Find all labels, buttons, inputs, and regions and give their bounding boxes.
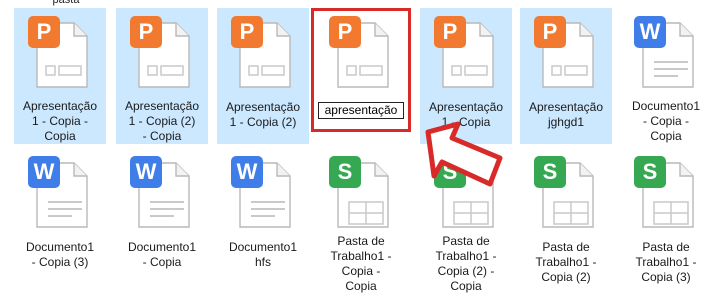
partial-folder-label: pasta bbox=[52, 0, 80, 6]
app-badge-icon: S bbox=[534, 156, 566, 188]
file-name-line: Copia (2) - bbox=[437, 264, 495, 278]
spreadsheet-file-icon: S bbox=[534, 156, 598, 236]
file-item[interactable]: Papresentação bbox=[315, 8, 407, 144]
app-badge-icon: P bbox=[434, 16, 466, 48]
file-item[interactable]: P Apresentação 1 - Copia (2) - Copia bbox=[116, 8, 208, 144]
file-name-line: - Copia - bbox=[642, 114, 689, 128]
file-name-line: Copia bbox=[650, 129, 682, 143]
file-name-label: Documento1- Copia bbox=[116, 240, 208, 270]
file-name-line: Documento1 bbox=[25, 240, 95, 254]
file-name-line: Pasta de bbox=[442, 234, 490, 248]
file-name-label: Apresentação 1 - Copia (2) bbox=[217, 100, 309, 130]
presentation-file-icon: P bbox=[329, 16, 393, 96]
file-name-label: Pasta de Trabalho1 - Copia (2) - Copia bbox=[420, 234, 512, 294]
app-badge-icon: P bbox=[28, 16, 60, 48]
file-name-line: Trabalho1 - bbox=[535, 255, 597, 269]
file-item[interactable]: W Documento1- Copia - Copia bbox=[620, 8, 712, 144]
app-badge-icon: P bbox=[534, 16, 566, 48]
file-name-label: Pasta de Trabalho1 - Copia - Copia bbox=[315, 234, 407, 294]
presentation-file-icon: P bbox=[434, 16, 498, 96]
file-name-line: Apresentação bbox=[22, 99, 98, 113]
file-name-line: Trabalho1 - bbox=[330, 249, 392, 263]
app-badge-icon: S bbox=[329, 156, 361, 188]
spreadsheet-file-icon: S bbox=[634, 156, 698, 236]
document-file-icon: W bbox=[28, 156, 92, 236]
app-badge-icon: W bbox=[231, 156, 263, 188]
file-name-line: Copia - bbox=[341, 264, 381, 278]
file-name-line: Copia (3) bbox=[641, 270, 691, 284]
presentation-file-icon: P bbox=[28, 16, 92, 95]
file-item[interactable]: W Documento1- Copia bbox=[116, 148, 208, 294]
file-name-label: Documento1- Copia (3) bbox=[14, 240, 106, 270]
app-badge-icon: P bbox=[231, 16, 263, 48]
file-item[interactable]: P Apresentação 1 - Copia - Copia bbox=[14, 8, 106, 144]
file-name-line: Copia bbox=[44, 129, 76, 143]
file-name-line: hfs bbox=[254, 255, 271, 269]
app-badge-icon: S bbox=[634, 156, 666, 188]
file-name-line: Pasta de bbox=[642, 240, 690, 254]
file-name-label: Apresentação jghgd1 bbox=[520, 100, 612, 130]
file-name-line: - Copia bbox=[142, 255, 182, 269]
file-name-line: Trabalho1 - bbox=[435, 249, 497, 263]
file-name-line: Apresentação bbox=[225, 100, 301, 114]
file-item[interactable]: S Pasta de Trabalho1 - Copia (2) bbox=[520, 148, 612, 294]
spreadsheet-file-icon: S bbox=[329, 156, 393, 230]
app-badge-icon: P bbox=[329, 16, 361, 48]
file-name-line: 1 - Copia (2) bbox=[128, 114, 196, 128]
app-badge-icon: W bbox=[130, 156, 162, 188]
file-name-line: Pasta de bbox=[542, 240, 590, 254]
app-badge-icon: W bbox=[28, 156, 60, 188]
file-name-line: Copia bbox=[345, 279, 377, 293]
file-name-line: Documento1 bbox=[631, 99, 701, 113]
presentation-file-icon: P bbox=[534, 16, 598, 96]
file-item[interactable]: P Apresentação jghgd1 bbox=[520, 8, 612, 144]
pointer-arrow-icon bbox=[425, 121, 503, 187]
file-item[interactable]: W Documento1- Copia (3) bbox=[14, 148, 106, 294]
document-file-icon: W bbox=[231, 156, 295, 236]
file-item[interactable]: W Documento1 hfs bbox=[217, 148, 309, 294]
file-name-line: 1 - Copia (2) bbox=[229, 115, 297, 129]
file-item[interactable]: P Apresentação 1 - Copia (2) bbox=[217, 8, 309, 144]
file-name-line: 1 - Copia - bbox=[31, 114, 89, 128]
file-name-line: Pasta de bbox=[337, 234, 385, 248]
file-name-label: Documento1- Copia - Copia bbox=[620, 99, 712, 144]
rename-input[interactable]: apresentação bbox=[318, 102, 404, 119]
file-name-line: Documento1 bbox=[127, 240, 197, 254]
file-name-line: Apresentação bbox=[428, 100, 504, 114]
file-name-line: - Copia (3) bbox=[31, 255, 89, 269]
file-name-label: Pasta de Trabalho1 - Copia (2) bbox=[520, 240, 612, 285]
document-file-icon: W bbox=[634, 16, 698, 95]
app-badge-icon: W bbox=[634, 16, 666, 48]
file-name-line: Apresentação bbox=[124, 99, 200, 113]
presentation-file-icon: P bbox=[231, 16, 295, 96]
file-item[interactable]: S Pasta de Trabalho1 - Copia - Copia bbox=[315, 148, 407, 294]
file-name-label: Apresentação 1 - Copia (2) - Copia bbox=[116, 99, 208, 144]
file-name-label: Apresentação 1 - Copia - Copia bbox=[14, 99, 106, 144]
file-item[interactable]: S Pasta de Trabalho1 - Copia (3) bbox=[620, 148, 712, 294]
file-name-line: - Copia bbox=[142, 129, 182, 143]
presentation-file-icon: P bbox=[130, 16, 194, 95]
file-name-label: Pasta de Trabalho1 - Copia (3) bbox=[620, 240, 712, 285]
file-name-line: Copia bbox=[450, 279, 482, 293]
file-name-line: Apresentação bbox=[528, 100, 604, 114]
file-name-label: Documento1 hfs bbox=[217, 240, 309, 270]
file-name-line: Trabalho1 - bbox=[635, 255, 697, 269]
file-name-line: jghgd1 bbox=[547, 115, 585, 129]
file-name-line: Documento1 bbox=[228, 240, 298, 254]
app-badge-icon: P bbox=[130, 16, 162, 48]
file-name-line: Copia (2) bbox=[541, 270, 591, 284]
document-file-icon: W bbox=[130, 156, 194, 236]
